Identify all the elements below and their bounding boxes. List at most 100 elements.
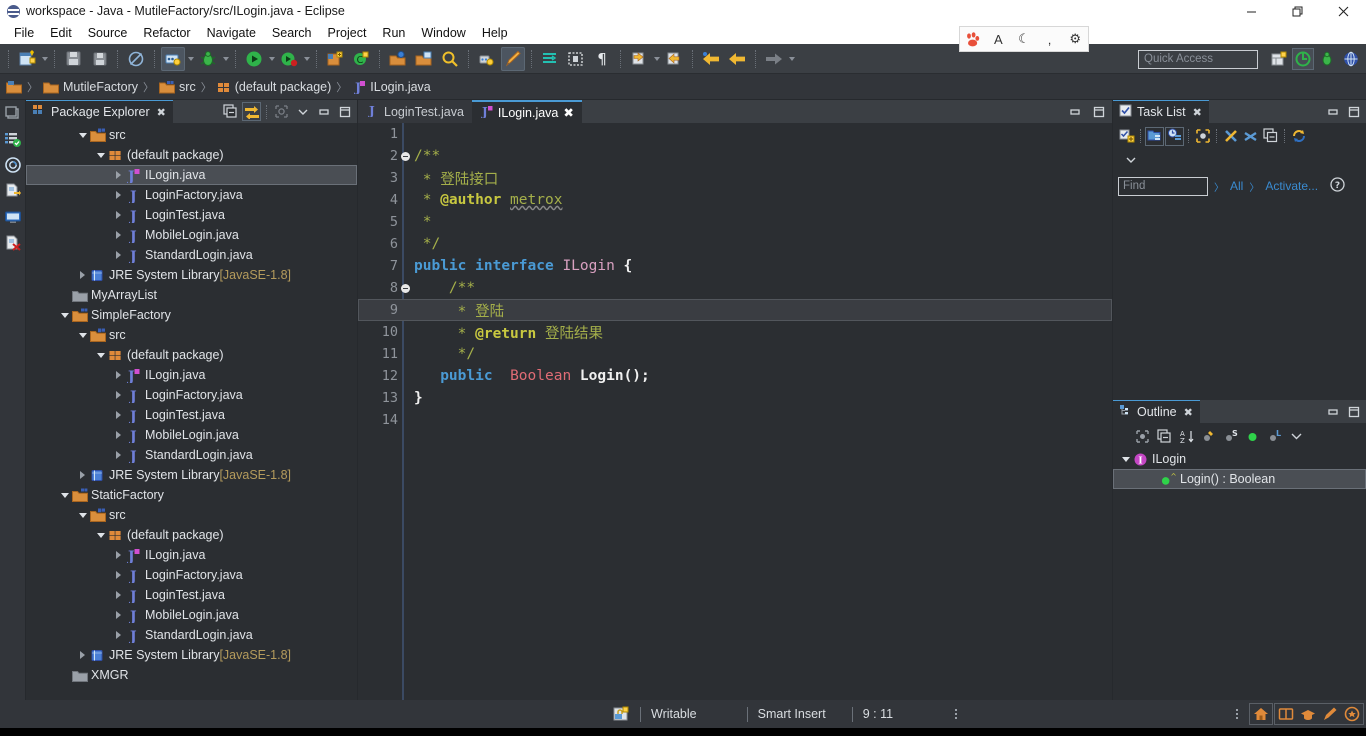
- editor-tab-logintest[interactable]: J LoginTest.java: [358, 100, 472, 123]
- badge-icon[interactable]: [1341, 703, 1363, 725]
- debug-dropdown[interactable]: [221, 47, 230, 71]
- outline-row[interactable]: ^ Login() : Boolean: [1113, 469, 1366, 489]
- expand-arrow-icon[interactable]: [112, 625, 125, 645]
- expand-arrow-icon[interactable]: [112, 385, 125, 405]
- maximize-icon[interactable]: [1344, 102, 1363, 121]
- problems-view-icon[interactable]: [2, 128, 24, 150]
- next-annotation-icon[interactable]: [627, 47, 651, 71]
- collapse-arrow-icon[interactable]: [76, 325, 89, 345]
- save-icon[interactable]: [61, 47, 85, 71]
- back-icon[interactable]: [699, 47, 723, 71]
- edit-pencil-icon[interactable]: [501, 46, 525, 71]
- moon-icon[interactable]: ☾: [1013, 28, 1035, 50]
- minimize-icon[interactable]: [1323, 102, 1342, 121]
- menu-run[interactable]: Run: [374, 24, 413, 42]
- new-wizard-icon[interactable]: [15, 47, 39, 71]
- new-java-class-icon[interactable]: C: [349, 47, 373, 71]
- code-line[interactable]: 1: [358, 123, 1112, 145]
- code-line[interactable]: 10 * @return 登陆结果: [358, 321, 1112, 343]
- hide-local-types-icon[interactable]: L: [1265, 427, 1284, 446]
- last-edit-icon[interactable]: [475, 47, 499, 71]
- new-java-project-icon[interactable]: [323, 47, 347, 71]
- hide-non-public-icon[interactable]: [1243, 427, 1262, 446]
- tree-row[interactable]: J MobileLogin.java: [26, 605, 357, 625]
- debug-icon[interactable]: [196, 47, 220, 71]
- home-icon[interactable]: [1250, 703, 1272, 725]
- declaration-view-icon[interactable]: [2, 180, 24, 202]
- expand-arrow-icon[interactable]: [76, 265, 89, 285]
- coverage-dropdown[interactable]: [302, 47, 311, 71]
- tab-outline[interactable]: Outline ✖: [1113, 400, 1200, 423]
- breadcrumb-item-src[interactable]: src: [159, 80, 196, 94]
- focus-on-active-task-icon[interactable]: [272, 102, 291, 121]
- minimize-icon[interactable]: [1228, 0, 1274, 22]
- code-line[interactable]: 11 */: [358, 343, 1112, 365]
- code-editor-area[interactable]: 1 2/** 3 * 登陆接口 4 * @author metrox 5 * 6 */7…: [358, 123, 1112, 700]
- close-icon[interactable]: [1320, 0, 1366, 22]
- code-line[interactable]: 6 */: [358, 233, 1112, 255]
- console-view-icon[interactable]: [2, 206, 24, 228]
- tree-row[interactable]: J MobileLogin.java: [26, 225, 357, 245]
- menu-refactor[interactable]: Refactor: [135, 24, 198, 42]
- coverage-icon[interactable]: [277, 47, 301, 71]
- expand-arrow-icon[interactable]: [112, 585, 125, 605]
- tree-row[interactable]: J LoginTest.java: [26, 585, 357, 605]
- save-all-icon[interactable]: [87, 47, 111, 71]
- close-icon[interactable]: ✖: [1184, 406, 1193, 419]
- focus-on-workweek-icon[interactable]: [1193, 127, 1212, 146]
- maximize-icon[interactable]: [1344, 402, 1363, 421]
- menu-project[interactable]: Project: [320, 24, 375, 42]
- input-mode-icon[interactable]: A: [987, 28, 1009, 50]
- maximize-icon[interactable]: [335, 102, 354, 121]
- tree-row[interactable]: src: [26, 505, 357, 525]
- forward-history-icon[interactable]: [762, 47, 786, 71]
- forward-icon[interactable]: [725, 47, 749, 71]
- status-overflow-handle[interactable]: [955, 709, 958, 719]
- collapse-arrow-icon[interactable]: [94, 345, 107, 365]
- close-icon[interactable]: ✖: [563, 105, 573, 120]
- outline-row[interactable]: I ILogin: [1113, 449, 1366, 469]
- expand-arrow-icon[interactable]: [112, 185, 125, 205]
- help-icon[interactable]: ?: [1330, 177, 1345, 195]
- javadoc-view-icon[interactable]: [2, 154, 24, 176]
- collapse-arrow-icon[interactable]: [76, 505, 89, 525]
- find-input[interactable]: Find: [1118, 176, 1208, 196]
- tree-row[interactable]: J MobileLogin.java: [26, 425, 357, 445]
- code-line[interactable]: 4 * @author metrox: [358, 189, 1112, 211]
- tree-row[interactable]: StaticFactory: [26, 485, 357, 505]
- task-activate-link[interactable]: Activate...: [1265, 179, 1318, 193]
- menu-file[interactable]: File: [6, 24, 42, 42]
- punctuation-icon[interactable]: ‚: [1039, 28, 1061, 50]
- pencil-icon[interactable]: [1319, 703, 1341, 725]
- quick-access-input[interactable]: Quick Access: [1138, 50, 1258, 69]
- maximize-icon[interactable]: [1089, 102, 1108, 121]
- code-line[interactable]: 9 * 登陆: [358, 299, 1112, 321]
- fold-collapse-icon[interactable]: [398, 151, 412, 161]
- fold-collapse-icon[interactable]: [398, 283, 412, 293]
- open-task-icon[interactable]: [412, 47, 436, 71]
- toggle-mark-occurrences-icon[interactable]: [538, 47, 562, 71]
- chevron-down-icon[interactable]: [1121, 151, 1140, 170]
- tree-row[interactable]: J ILogin.java: [26, 365, 357, 385]
- expand-arrow-icon[interactable]: [76, 465, 89, 485]
- collapse-all-icon[interactable]: [1261, 127, 1280, 146]
- external-tools-icon[interactable]: [161, 46, 185, 71]
- tree-row[interactable]: src: [26, 325, 357, 345]
- view-menu-icon[interactable]: [293, 102, 312, 121]
- forward-history-dropdown[interactable]: [787, 47, 796, 71]
- tree-row[interactable]: JRE System Library [JavaSE-1.8]: [26, 645, 357, 665]
- breadcrumb-item-package[interactable]: (default package): [217, 80, 331, 94]
- code-line[interactable]: 12 public Boolean Login();: [358, 365, 1112, 387]
- expand-arrow-icon[interactable]: [112, 205, 125, 225]
- menu-window[interactable]: Window: [413, 24, 473, 42]
- link-with-editor-icon[interactable]: [242, 102, 261, 121]
- tree-row[interactable]: XMGR: [26, 665, 357, 685]
- toggle-block-selection-icon[interactable]: [564, 47, 588, 71]
- categorize-by-folder-icon[interactable]: [1145, 127, 1164, 146]
- code-line[interactable]: 5 *: [358, 211, 1112, 233]
- close-icon[interactable]: ✖: [157, 106, 166, 119]
- tree-row[interactable]: J LoginTest.java: [26, 405, 357, 425]
- new-task-icon[interactable]: [1117, 127, 1136, 146]
- run-icon[interactable]: [242, 47, 266, 71]
- menu-edit[interactable]: Edit: [42, 24, 80, 42]
